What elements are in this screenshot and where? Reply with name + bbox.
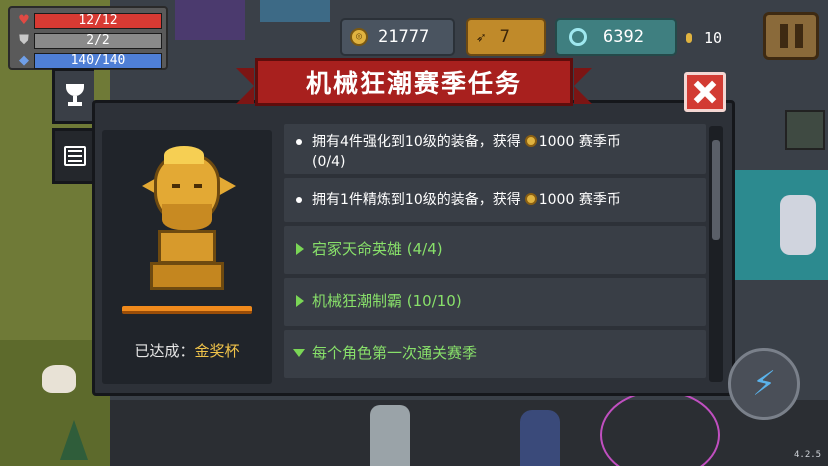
coin-counter: ◎ 21777	[340, 18, 455, 56]
reward-progress-bar	[122, 306, 252, 314]
heart-icon: ♥	[18, 13, 30, 28]
reward-panel: 已达成：金奖杯	[102, 130, 272, 384]
list-icon	[63, 146, 86, 166]
lightning-icon: ⚡	[752, 364, 776, 404]
chevron-right-icon	[296, 295, 304, 307]
dialog-title: 机械狂潮赛季任务	[305, 69, 522, 98]
reward-status-value: 金奖杯	[194, 342, 240, 360]
pause-icon	[779, 24, 788, 48]
feather-icon: ➶	[476, 27, 486, 47]
armor-row: ⛊ 2/2	[14, 31, 162, 50]
season-coin-icon	[524, 135, 537, 147]
task-text: 拥有1件精炼到10级的装备，获得	[312, 192, 521, 208]
pause-icon-bar	[794, 24, 803, 48]
task-progress: (0/4)	[312, 154, 346, 170]
table-prop	[785, 110, 825, 150]
close-button[interactable]	[684, 72, 726, 112]
gem-counter: 6392	[555, 18, 677, 56]
task-group-label: 机械狂潮制霸 (10/10)	[312, 292, 462, 310]
energy-icon: ◆	[19, 53, 29, 68]
scroll-thumb[interactable]	[712, 140, 720, 240]
task-item: 拥有4件强化到10级的装备，获得 1000 赛季币 (0/4)	[284, 124, 706, 174]
task-group-header[interactable]: 宕冢天命英雄 (4/4)	[284, 226, 706, 274]
npc-character	[780, 195, 816, 255]
reward-status-label: 已达成：	[134, 342, 195, 360]
player-stats-panel: ♥ 12/12 ⛊ 2/2 ◆ 140/140	[8, 6, 168, 70]
gold-trophy-statue	[132, 146, 242, 296]
season-coin-icon	[524, 193, 537, 205]
chevron-right-icon	[296, 243, 304, 255]
armor-bar: 2/2	[34, 32, 162, 49]
material-icon	[686, 33, 692, 43]
task-group-label: 宕冢天命英雄 (4/4)	[312, 240, 443, 258]
hp-bar: 12/12	[34, 12, 162, 29]
tree-prop	[60, 420, 88, 460]
gem-value: 6392	[603, 27, 644, 47]
bullet-icon	[296, 197, 302, 203]
bullet-icon	[296, 139, 302, 145]
task-group-header[interactable]: 机械狂潮制霸 (10/10)	[284, 278, 706, 326]
gem-icon	[569, 28, 587, 46]
ribbon-tail-left	[236, 68, 254, 104]
task-list-scrollbar[interactable]	[709, 126, 723, 382]
task-group-label: 每个角色第一次通关赛季	[312, 344, 478, 362]
hp-row: ♥ 12/12	[14, 11, 162, 30]
npc-character	[370, 405, 410, 466]
coin-icon: ◎	[350, 28, 368, 46]
sack-prop	[42, 365, 76, 393]
ribbon-tail-right	[574, 68, 592, 104]
trophy-icon	[63, 84, 87, 108]
reward-status: 已达成：金奖杯	[102, 340, 272, 361]
task-group-header[interactable]: 每个角色第一次通关赛季	[284, 330, 706, 378]
shield-icon: ⛊	[19, 33, 29, 48]
top-decoration-2	[260, 0, 330, 22]
dialog-title-ribbon: 机械狂潮赛季任务	[255, 58, 573, 106]
coin-value: 21777	[378, 27, 430, 47]
feather-counter: ➶ 7	[466, 18, 546, 56]
pause-button[interactable]	[763, 12, 819, 60]
task-text: 拥有4件强化到10级的装备，获得	[312, 134, 521, 150]
chevron-down-icon	[293, 349, 305, 357]
task-item: 拥有1件精炼到10级的装备，获得 1000 赛季币	[284, 178, 706, 222]
material-value: 10	[704, 29, 723, 47]
top-decoration	[175, 0, 245, 40]
task-reward: 1000 赛季币	[538, 134, 621, 150]
tab-trophy[interactable]	[52, 68, 94, 124]
npc-character	[520, 410, 560, 466]
skill-button[interactable]: ⚡	[728, 348, 800, 420]
task-reward: 1000 赛季币	[538, 192, 621, 208]
floor-area-lower	[110, 400, 828, 466]
task-list[interactable]: 拥有4件强化到10级的装备，获得 1000 赛季币 (0/4) 拥有1件精炼到10…	[284, 124, 706, 382]
version-label: 4.2.5	[794, 450, 822, 460]
dialog-side-tabs	[52, 68, 94, 188]
material-counter: 10	[686, 26, 722, 50]
energy-bar: 140/140	[34, 52, 162, 69]
feather-value: 7	[499, 27, 510, 47]
close-icon	[694, 81, 716, 103]
tab-list[interactable]	[52, 128, 94, 184]
